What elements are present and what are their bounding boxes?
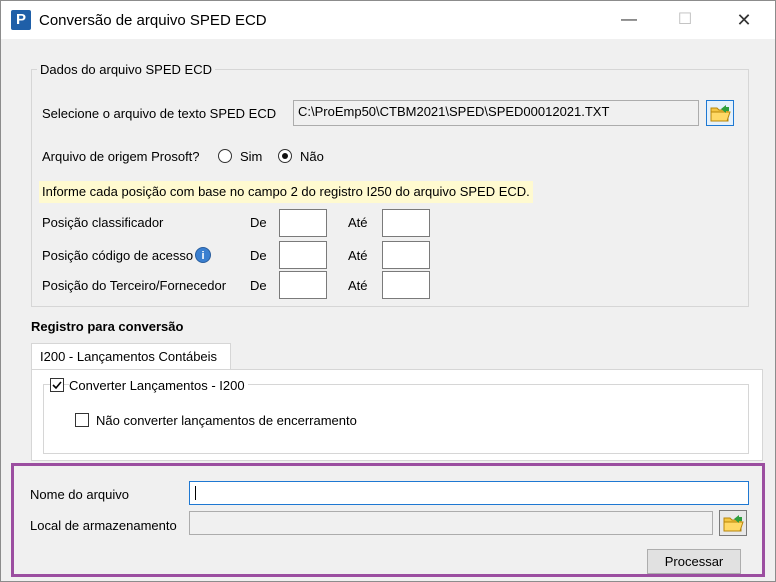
radio-selected-dot xyxy=(282,153,288,159)
title-bar: P Conversão de arquivo SPED ECD — ☐ ✕ xyxy=(1,1,775,39)
minimize-button[interactable]: — xyxy=(606,1,652,39)
skip-closing-label: Não converter lançamentos de encerrament… xyxy=(96,413,357,428)
window-title: Conversão de arquivo SPED ECD xyxy=(39,12,267,29)
position-third-party-label: Posição do Terceiro/Fornecedor xyxy=(42,278,227,293)
position-access-code-to-label: Até xyxy=(348,248,368,263)
origin-prosoft-label: Arquivo de origem Prosoft? xyxy=(42,149,200,164)
storage-location-field[interactable] xyxy=(189,511,713,535)
position-classifier-to-label: Até xyxy=(348,215,368,230)
app-logo-icon: P xyxy=(11,10,31,30)
position-third-party-from-input[interactable] xyxy=(279,271,327,299)
browse-sped-file-button[interactable] xyxy=(706,100,734,126)
dialog-window: P Conversão de arquivo SPED ECD — ☐ ✕ Da… xyxy=(0,0,776,582)
position-access-code-to-input[interactable] xyxy=(382,241,430,269)
info-note: Informe cada posição com base no campo 2… xyxy=(39,181,533,203)
position-third-party-to-input[interactable] xyxy=(382,271,430,299)
maximize-button[interactable]: ☐ xyxy=(662,1,708,39)
text-caret xyxy=(195,486,196,500)
checkmark-icon xyxy=(52,381,62,390)
position-access-code-from-label: De xyxy=(250,248,267,263)
position-classifier-from-input[interactable] xyxy=(279,209,327,237)
open-folder-icon xyxy=(723,515,744,532)
open-folder-icon xyxy=(710,105,731,122)
skip-closing-checkbox[interactable] xyxy=(75,413,89,427)
browse-storage-button[interactable] xyxy=(719,510,747,536)
close-button[interactable]: ✕ xyxy=(721,1,767,39)
conversion-heading: Registro para conversão xyxy=(31,319,184,334)
sped-file-path-field[interactable]: C:\ProEmp50\CTBM2021\SPED\SPED00012021.T… xyxy=(293,100,699,126)
process-button[interactable]: Processar xyxy=(647,549,741,574)
origin-sim-radio[interactable] xyxy=(218,149,232,163)
position-classifier-label: Posição classificador xyxy=(42,215,164,230)
origin-sim-label: Sim xyxy=(240,149,263,164)
position-classifier-from-label: De xyxy=(250,215,267,230)
position-third-party-from-label: De xyxy=(250,278,267,293)
position-access-code-from-input[interactable] xyxy=(279,241,327,269)
position-access-code-label: Posição código de acesso xyxy=(42,248,194,263)
convert-launch-checkbox[interactable] xyxy=(50,378,64,392)
tab-i200-lancamentos[interactable]: I200 - Lançamentos Contábeis xyxy=(31,343,231,370)
filename-label: Nome do arquivo xyxy=(30,487,129,502)
select-file-label: Selecione o arquivo de texto SPED ECD xyxy=(42,106,277,121)
position-third-party-to-label: Até xyxy=(348,278,368,293)
info-icon[interactable]: i xyxy=(195,247,211,263)
origin-nao-radio[interactable] xyxy=(278,149,292,163)
convert-launch-label: Converter Lançamentos - I200 xyxy=(69,378,248,393)
storage-location-label: Local de armazenamento xyxy=(30,518,177,533)
origin-nao-label: Não xyxy=(300,149,324,164)
position-classifier-to-input[interactable] xyxy=(382,209,430,237)
sped-group-legend: Dados do arquivo SPED ECD xyxy=(37,62,215,77)
filename-input[interactable] xyxy=(189,481,749,505)
